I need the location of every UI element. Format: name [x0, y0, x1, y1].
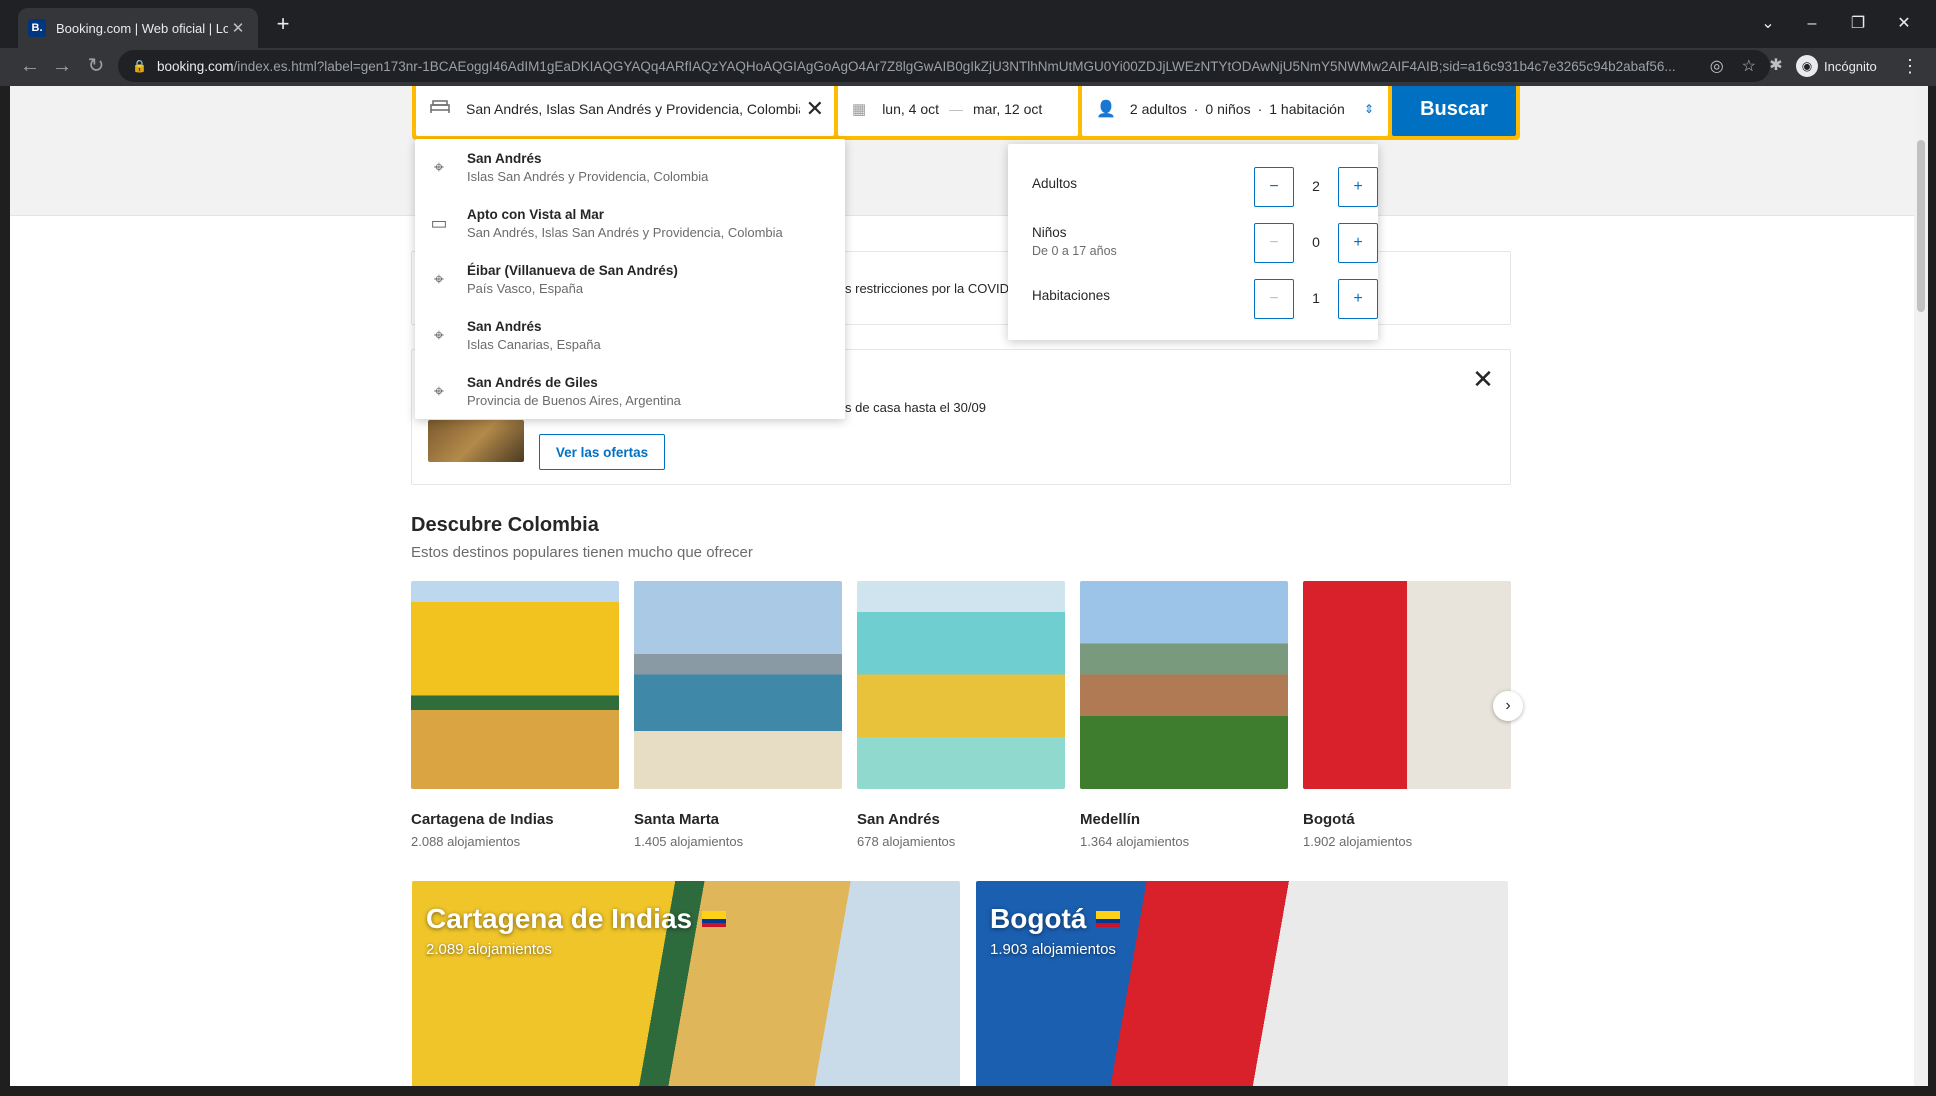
destination-card[interactable]: San Andrés 678 alojamientos: [857, 581, 1065, 849]
autocomplete-item[interactable]: ⌖ San Andrés Islas San Andrés y Providenc…: [415, 139, 845, 195]
destination-image: [1080, 581, 1288, 789]
destination-image: [411, 581, 619, 789]
featured-count: 1.903 alojamientos: [990, 941, 1116, 958]
star-icon[interactable]: ☆: [1742, 56, 1756, 76]
autocomplete-item[interactable]: ▭ Apto con Vista al Mar San Andrés, Islas…: [415, 195, 845, 251]
minimize-button[interactable]: –: [1792, 10, 1832, 38]
page-viewport: San Andrés, Islas San Andrés y Providenc…: [10, 86, 1914, 1086]
close-window-button[interactable]: ✕: [1884, 10, 1924, 38]
lock-icon: 🔒: [132, 59, 147, 73]
updown-chevron-icon: ⇕: [1363, 102, 1374, 116]
rooms-row: Habitaciones − 1 +: [1032, 279, 1378, 319]
section-title: Descubre Colombia: [411, 514, 599, 536]
children-summary: 0 niños: [1205, 101, 1251, 117]
adults-label: Adultos: [1032, 176, 1078, 191]
featured-title: Cartagena de Indias: [426, 903, 693, 934]
extensions-puzzle-icon[interactable]: ✱: [1762, 50, 1790, 82]
bed-icon: ▭: [430, 212, 448, 233]
autocomplete-item[interactable]: ⌖ Éibar (Villanueva de San Andrés) País V…: [415, 251, 845, 307]
carousel-next-arrow-icon[interactable]: ›: [1493, 691, 1523, 721]
profile-label: Incógnito: [1824, 58, 1877, 74]
back-arrow-icon[interactable]: ←: [14, 50, 46, 82]
browser-tab[interactable]: B. Booking.com | Web oficial | Los m ✕: [18, 8, 258, 48]
separator-dot: ·: [1193, 101, 1199, 117]
menu-dots-icon[interactable]: ⋮: [1898, 50, 1922, 82]
close-icon[interactable]: ✕: [1468, 364, 1498, 394]
children-value: 0: [1312, 234, 1320, 250]
tab-title: Booking.com | Web oficial | Los m: [56, 20, 228, 36]
children-label: Niños: [1032, 225, 1067, 240]
map-pin-icon: ⌖: [433, 268, 445, 289]
checkin-date[interactable]: lun, 4 oct: [882, 101, 939, 117]
covid-notice-text: s restricciones por la COVID: [845, 281, 1009, 296]
adults-summary: 2 adultos: [1129, 101, 1187, 117]
rooms-summary: 1 habitación: [1269, 101, 1345, 117]
map-pin-icon: ⌖: [433, 324, 445, 345]
booking-favicon-icon: B.: [28, 19, 46, 37]
map-pin-icon: ⌖: [433, 156, 445, 177]
destination-field[interactable]: San Andrés, Islas San Andrés y Providenc…: [416, 86, 834, 136]
children-minus-button[interactable]: −: [1254, 223, 1294, 263]
search-bar: San Andrés, Islas San Andrés y Providenc…: [412, 86, 1520, 140]
forward-arrow-icon[interactable]: →: [46, 50, 78, 82]
featured-destination-card[interactable]: Cartagena de Indias 2.089 alojamientos: [412, 881, 960, 1086]
rooms-plus-button[interactable]: +: [1338, 279, 1378, 319]
adults-plus-button[interactable]: +: [1338, 167, 1378, 207]
reload-icon[interactable]: ↻: [80, 50, 112, 82]
rooms-label: Habitaciones: [1032, 288, 1111, 303]
destination-input[interactable]: San Andrés, Islas San Andrés y Providenc…: [466, 101, 800, 117]
destination-image: [857, 581, 1065, 789]
destination-card[interactable]: Medellín 1.364 alojamientos: [1080, 581, 1288, 849]
address-bar[interactable]: 🔒 booking.com/index.es.html?label=gen173…: [118, 50, 1770, 82]
adults-minus-button[interactable]: −: [1254, 167, 1294, 207]
calendar-icon: ▦: [852, 101, 867, 118]
colombia-flag-icon: [702, 911, 727, 927]
person-icon: 👤: [1096, 101, 1116, 118]
section-subtitle: Estos destinos populares tienen mucho qu…: [411, 544, 753, 561]
rooms-minus-button[interactable]: −: [1254, 279, 1294, 319]
destination-autocomplete: ⌖ San Andrés Islas San Andrés y Providenc…: [415, 139, 845, 419]
autocomplete-item[interactable]: ⌖ San Andrés de Giles Provincia de Buenos…: [415, 363, 845, 419]
dates-field[interactable]: ▦ lun, 4 oct — mar, 12 oct: [838, 86, 1078, 136]
new-tab-button[interactable]: +: [270, 12, 296, 38]
date-separator: —: [949, 101, 964, 117]
incognito-icon: ◉: [1796, 55, 1818, 77]
scrollbar-thumb[interactable]: [1917, 140, 1925, 312]
checkout-date[interactable]: mar, 12 oct: [973, 101, 1042, 117]
featured-destination-card[interactable]: Bogotá 1.903 alojamientos: [976, 881, 1508, 1086]
search-button[interactable]: Buscar: [1392, 86, 1516, 136]
restore-button[interactable]: ❐: [1838, 10, 1878, 38]
autocomplete-item[interactable]: ⌖ San Andrés Islas Canarias, España: [415, 307, 845, 363]
incognito-profile[interactable]: ◉ Incógnito: [1796, 52, 1877, 80]
children-age-hint: De 0 a 17 años: [1032, 244, 1117, 258]
promo-image: [428, 420, 524, 462]
separator-dot: ·: [1257, 101, 1263, 117]
destination-image: [1303, 581, 1511, 789]
featured-title: Bogotá: [990, 903, 1087, 934]
children-row: Niños De 0 a 17 años − 0 +: [1032, 223, 1378, 263]
guests-panel: Adultos − 2 + Niños De 0 a 17 años − 0 +…: [1008, 144, 1378, 340]
guests-field[interactable]: 👤 2 adultos · 0 niños · 1 habitación ⇕: [1082, 86, 1388, 136]
destination-image: [634, 581, 842, 789]
tab-close-icon[interactable]: ✕: [228, 19, 248, 37]
tab-search-icon[interactable]: ⌄: [1748, 10, 1788, 38]
url-text: booking.com/index.es.html?label=gen173nr…: [156, 58, 1676, 74]
clear-destination-icon[interactable]: ✕: [806, 96, 824, 122]
adults-value: 2: [1312, 178, 1320, 194]
destination-card[interactable]: Cartagena de Indias 2.088 alojamientos: [411, 581, 619, 849]
promo-text: s de casa hasta el 30/09: [845, 400, 986, 415]
destination-card[interactable]: Bogotá 1.902 alojamientos: [1303, 581, 1511, 849]
adults-row: Adultos − 2 +: [1032, 167, 1378, 207]
eye-off-icon[interactable]: ◎: [1710, 56, 1724, 76]
view-offers-button[interactable]: Ver las ofertas: [539, 434, 665, 470]
bed-icon: [430, 99, 452, 119]
destination-card[interactable]: Santa Marta 1.405 alojamientos: [634, 581, 842, 849]
featured-count: 2.089 alojamientos: [426, 941, 552, 958]
map-pin-icon: ⌖: [433, 380, 445, 401]
children-plus-button[interactable]: +: [1338, 223, 1378, 263]
rooms-value: 1: [1312, 290, 1320, 306]
colombia-flag-icon: [1096, 911, 1121, 927]
